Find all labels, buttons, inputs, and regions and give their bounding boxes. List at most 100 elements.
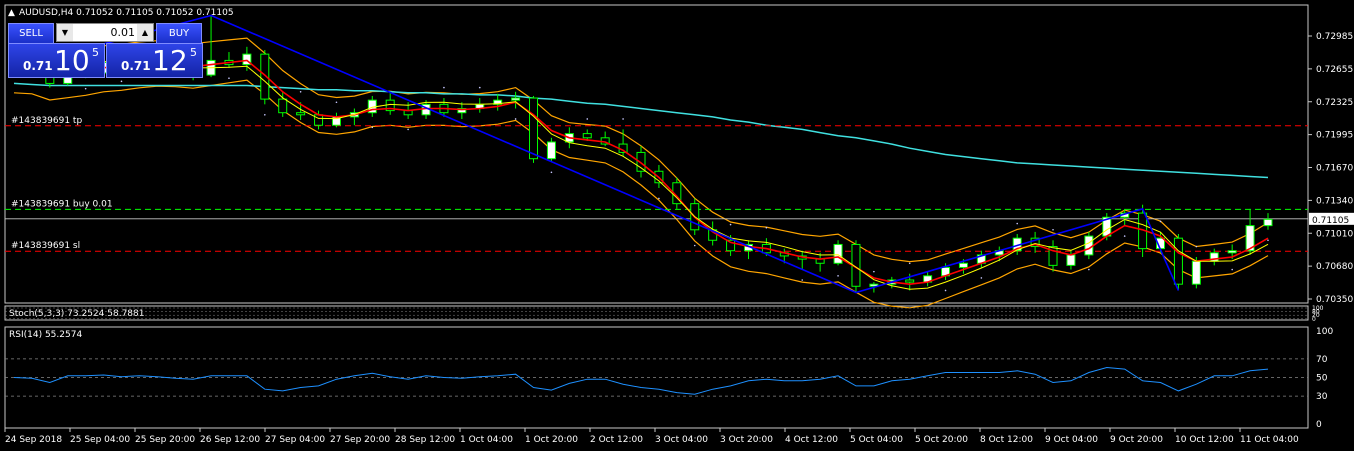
sar-dot xyxy=(1195,245,1198,248)
sar-dot xyxy=(120,80,123,83)
sar-dot xyxy=(299,90,302,93)
one-click-trading-panel: SELL BUY ▼ 0.01 ▲ 0.71 10 5 0.71 12 5 xyxy=(0,0,210,78)
time-axis-label: 3 Oct 20:00 xyxy=(720,435,773,445)
sar-dot xyxy=(729,223,732,226)
sar-dot xyxy=(765,226,768,229)
candle-body xyxy=(958,262,968,268)
time-axis-label: 8 Oct 12:00 xyxy=(980,435,1033,445)
lot-size-value: 0.01 xyxy=(110,26,136,39)
price-axis-label: 0.70350 xyxy=(1316,295,1353,305)
sar-dot xyxy=(371,126,374,129)
time-axis-label: 9 Oct 20:00 xyxy=(1110,435,1163,445)
time-axis-label: 27 Sep 20:00 xyxy=(330,435,390,445)
time-axis-label: 1 Oct 04:00 xyxy=(460,435,513,445)
sar-dot xyxy=(873,270,875,273)
candle-body xyxy=(1227,250,1237,254)
sar-dot xyxy=(1088,268,1090,271)
buy-price-prefix: 0.71 xyxy=(121,59,151,73)
price-axis-label: 0.72985 xyxy=(1316,32,1353,42)
price-axis-label: 0.72325 xyxy=(1316,98,1353,108)
time-axis-label: 27 Sep 04:00 xyxy=(265,435,325,445)
sar-dot xyxy=(514,118,517,120)
candle-body xyxy=(833,243,843,264)
time-axis-label: 9 Oct 04:00 xyxy=(1045,435,1098,445)
sar-dot xyxy=(1159,220,1162,223)
sell-button[interactable]: SELL xyxy=(8,23,54,44)
sar-dot xyxy=(1267,239,1269,242)
rsi-label: RSI(14) 55.2574 xyxy=(9,330,82,340)
current-price-label: 0.71105 xyxy=(1312,216,1349,226)
candle-body xyxy=(1084,235,1094,256)
candle-body xyxy=(314,114,324,126)
price-axis-label: 0.70680 xyxy=(1316,262,1353,272)
candle-body xyxy=(511,97,521,101)
sar-dot xyxy=(586,118,589,120)
candle-body xyxy=(296,112,306,116)
order-line-label-2: #143839691 sl xyxy=(11,241,80,251)
sar-dot xyxy=(443,86,445,89)
sar-dot xyxy=(944,289,947,292)
sar-dot xyxy=(980,277,983,279)
stoch-label: Stoch(5,3,3) 73.2524 58.7881 xyxy=(9,309,144,319)
price-axis-label: 0.72655 xyxy=(1316,65,1353,75)
rsi-axis-label: 50 xyxy=(1316,374,1328,384)
time-axis-label: 24 Sep 2018 xyxy=(5,435,62,445)
time-axis-label: 25 Sep 20:00 xyxy=(135,435,195,445)
sar-dot xyxy=(908,262,911,265)
time-axis-label: 3 Oct 04:00 xyxy=(655,435,708,445)
buy-price-fraction: 5 xyxy=(190,46,197,59)
sar-dot xyxy=(228,77,230,79)
order-line-label-0: #143839691 tp xyxy=(11,116,82,126)
candle-body xyxy=(529,97,539,160)
sar-dot xyxy=(837,275,839,277)
sell-price-pips: 10 xyxy=(54,44,90,77)
time-axis-label: 5 Oct 04:00 xyxy=(850,435,903,445)
sell-price-prefix: 0.71 xyxy=(23,59,53,73)
time-axis-label: 11 Oct 04:00 xyxy=(1240,435,1299,445)
candle-body xyxy=(905,279,915,283)
candle-body xyxy=(278,98,288,114)
sar-dot xyxy=(1016,222,1018,225)
sar-dot xyxy=(478,86,481,89)
time-axis-label: 2 Oct 12:00 xyxy=(590,435,643,445)
lot-decrease-icon[interactable]: ▼ xyxy=(57,24,73,41)
time-axis-label: 4 Oct 12:00 xyxy=(785,435,838,445)
price-axis-label: 0.71670 xyxy=(1316,164,1353,174)
sar-dot xyxy=(84,87,87,90)
price-axis-label: 0.71995 xyxy=(1316,131,1353,141)
buy-button[interactable]: BUY xyxy=(156,23,202,44)
candle-body xyxy=(1191,260,1201,285)
candle-body xyxy=(1173,237,1183,285)
time-axis-label: 28 Sep 12:00 xyxy=(395,435,455,445)
price-axis-label: 0.71010 xyxy=(1316,229,1353,239)
buy-price-button[interactable]: 0.71 12 5 xyxy=(106,43,203,78)
rsi-axis-label: 70 xyxy=(1316,355,1328,365)
sar-dot xyxy=(335,101,338,104)
lot-size-field[interactable]: ▼ 0.01 ▲ xyxy=(56,23,154,42)
sar-dot xyxy=(801,279,804,281)
order-line-label-1: #143839691 buy 0.01 xyxy=(11,199,113,209)
candle-body xyxy=(582,133,592,139)
stochastic-panel xyxy=(4,305,1309,321)
band-lower-line xyxy=(13,79,1269,309)
sar-dot xyxy=(550,171,553,174)
time-axis-label: 10 Oct 12:00 xyxy=(1175,435,1234,445)
rsi-axis-label: 30 xyxy=(1316,392,1328,402)
sar-dot xyxy=(622,118,624,120)
rsi-axis-label: 0 xyxy=(1316,420,1322,430)
sar-dot xyxy=(264,113,266,116)
lot-increase-icon[interactable]: ▲ xyxy=(137,24,153,41)
time-axis-label: 5 Oct 20:00 xyxy=(915,435,968,445)
sar-dot xyxy=(1123,235,1126,237)
price-axis-label: 0.71340 xyxy=(1316,196,1353,206)
sell-price-button[interactable]: 0.71 10 5 xyxy=(8,43,105,78)
time-axis-label: 26 Sep 12:00 xyxy=(200,435,260,445)
rsi-line xyxy=(13,366,1269,395)
sar-dot xyxy=(1052,229,1054,231)
candle-body xyxy=(1066,254,1076,266)
candle-body xyxy=(546,141,556,160)
sar-dot xyxy=(1231,268,1233,271)
time-axis-label: 1 Oct 20:00 xyxy=(525,435,578,445)
time-axis-label: 25 Sep 04:00 xyxy=(70,435,130,445)
candle-body xyxy=(1263,218,1273,227)
